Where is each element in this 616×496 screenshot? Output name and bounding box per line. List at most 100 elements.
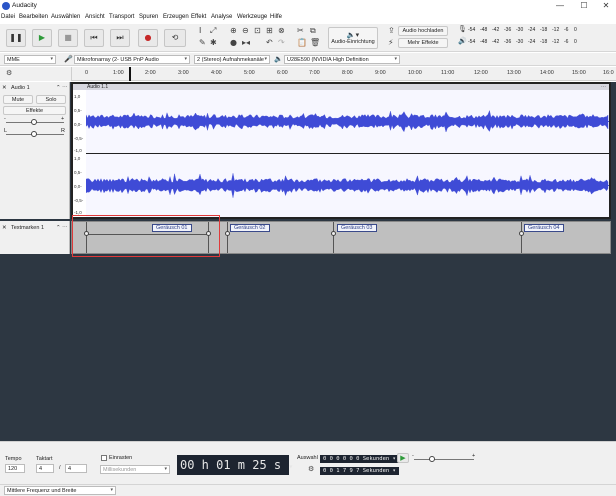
close-track-icon[interactable]: ✕ <box>2 85 7 91</box>
more-effects-button[interactable]: Mehr Effekte <box>398 38 448 48</box>
audio-track-controls: ✕ Audio 1 ⌃ ⋯ Mute Solo Effekte - + L R <box>0 82 70 219</box>
time-display[interactable]: 00 h 01 m 25 s ▾ <box>177 455 293 475</box>
scale-tick: 1,0 <box>74 94 81 99</box>
ruler-tick: 8:00 <box>342 70 353 76</box>
silence-audio-icon[interactable]: ▸◂ <box>242 39 250 47</box>
zoom-out-icon[interactable]: ⊖ <box>242 27 249 35</box>
stop-button[interactable]: ■ <box>58 29 78 47</box>
time-format-dropdown-icon[interactable]: ▾ <box>288 462 293 471</box>
menu-transport[interactable]: Transport <box>109 14 134 20</box>
paste-icon[interactable]: 📋 <box>297 39 307 47</box>
undo-icon[interactable]: ↶ <box>266 39 273 47</box>
track-effects-button[interactable]: Effekte <box>3 106 66 115</box>
record-meter[interactable]: -54 -48 -42 -36 -30 -24 -18 -12 -6 0 <box>468 26 588 35</box>
envelope-tool-icon[interactable]: ⤢ <box>210 27 216 35</box>
menu-erzeugen[interactable]: Erzeugen <box>163 14 189 20</box>
menu-hilfe[interactable]: Hilfe <box>270 14 282 20</box>
channel-scale-top: 1,0 0,5- 0,0- -0,5- -1,0 <box>73 90 85 154</box>
ruler-tick: 3:00 <box>178 70 189 76</box>
mute-label: Mute <box>11 96 25 103</box>
copy-icon[interactable]: ⧉ <box>310 27 316 35</box>
maximize-button[interactable]: ☐ <box>576 0 592 12</box>
trim-audio-icon[interactable]: ● <box>230 39 237 47</box>
chevron-down-icon: ▾ <box>184 56 187 62</box>
highlight-rectangle <box>72 215 220 257</box>
waveform-channel-right[interactable] <box>85 154 609 217</box>
fit-project-icon[interactable]: ⊞ <box>266 27 273 35</box>
menu-bearbeiten[interactable]: Bearbeiten <box>19 14 48 20</box>
label-geraeusch-02[interactable]: Geräusch 02 <box>230 224 270 232</box>
pause-button[interactable]: ❚❚ <box>6 29 26 47</box>
menu-spuren[interactable]: Spuren <box>139 14 158 20</box>
time-signature-numerator[interactable]: 4 <box>36 464 54 473</box>
draw-tool-icon[interactable]: ✎ <box>199 39 206 47</box>
snap-checkbox[interactable] <box>101 455 107 461</box>
ruler-tick: 11:00 <box>441 70 455 76</box>
recording-device-select[interactable]: Mikrofonarray (2- USB PnP Audio ▾ <box>74 55 190 64</box>
share-audio-button[interactable]: Audio hochladen <box>398 26 448 36</box>
pan-slider-thumb[interactable] <box>31 131 37 137</box>
timeline-ruler[interactable]: ⚙ 0 1:00 2:00 3:00 4:00 5:00 6:00 7:00 8… <box>0 67 616 81</box>
track-area[interactable]: ✕ Audio 1 ⌃ ⋯ Mute Solo Effekte - + L R … <box>0 82 616 452</box>
audio-host-select[interactable]: MME ▾ <box>4 55 56 64</box>
record-icon: ● <box>144 33 152 42</box>
zoom-toggle-icon[interactable]: ⊗ <box>278 27 285 35</box>
label-track-menu-icon[interactable]: ⌃ ⋯ <box>56 225 68 231</box>
multi-tool-icon[interactable]: ✱ <box>210 39 217 47</box>
delete-icon[interactable]: 🗑 <box>310 39 320 47</box>
playhead-marker[interactable] <box>129 67 131 81</box>
solo-button[interactable]: Solo <box>36 95 66 104</box>
cut-icon[interactable]: ✂ <box>297 27 304 35</box>
label-geraeusch-04[interactable]: Geräusch 04 <box>524 224 564 232</box>
scale-tick: -1,0 <box>74 148 82 153</box>
menu-werkzeuge[interactable]: Werkzeuge <box>237 14 267 20</box>
time-signature-denominator[interactable]: 4 <box>65 464 87 473</box>
selection-tool-icon[interactable]: I <box>199 27 201 35</box>
label-track-name[interactable]: Textmarken 1 <box>11 225 44 231</box>
timeline-settings-gear-icon[interactable]: ⚙ <box>6 70 12 77</box>
play-at-speed-button[interactable]: ▶ <box>397 453 409 463</box>
close-label-track-icon[interactable]: ✕ <box>2 225 7 231</box>
menu-ansicht[interactable]: Ansicht <box>85 14 105 20</box>
waveform-left-path <box>85 109 609 133</box>
zoom-in-icon[interactable]: ⊕ <box>230 27 237 35</box>
snap-unit-select[interactable]: Millisekunden ▾ <box>100 465 170 474</box>
title-bar: Audacity — ☐ ✕ <box>0 0 616 12</box>
stop-icon: ■ <box>64 33 72 42</box>
spectral-selection-format-select[interactable]: Mittlere Frequenz und Breite ▾ <box>4 486 116 495</box>
fit-selection-icon[interactable]: ⊡ <box>254 27 261 35</box>
waveform-channel-left[interactable] <box>85 90 609 153</box>
label-handle[interactable] <box>331 231 336 236</box>
track-name[interactable]: Audio 1 <box>11 85 30 91</box>
menu-analyse[interactable]: Analyse <box>211 14 232 20</box>
selection-settings-gear-icon[interactable]: ⚙ <box>308 466 314 473</box>
track-menu-icon[interactable]: ⌃ ⋯ <box>56 85 68 91</box>
selection-start[interactable]: 0 0 0 0 0 0 Sekunden ▾ <box>320 455 399 463</box>
skip-end-icon: ⏭ <box>116 33 124 42</box>
minimize-button[interactable]: — <box>552 0 568 12</box>
audio-setup-button[interactable]: 🔈▾ Audio-Einrichtung <box>328 27 378 49</box>
audio-clip[interactable]: Audio 1.1 ⋯ 1,0 0,5- 0,0- -0,5- -1,0 1,0 … <box>71 82 611 219</box>
loop-button[interactable]: ⟲ <box>164 29 186 47</box>
record-button[interactable]: ● <box>138 29 158 47</box>
skip-end-button[interactable]: ⏭ <box>110 29 130 47</box>
play-button[interactable]: ▶ <box>32 29 52 47</box>
selection-end[interactable]: 0 0 1 7 9 7 Sekunden ▾ <box>320 467 399 475</box>
menu-effekt[interactable]: Effekt <box>191 14 206 20</box>
menu-auswaehlen[interactable]: Auswählen <box>51 14 80 20</box>
scale-tick: 1,0 <box>74 156 81 161</box>
close-button[interactable]: ✕ <box>598 0 614 12</box>
channels-select[interactable]: 2 (Stereo) Aufnahmekanäle ▾ <box>194 55 270 64</box>
gain-slider-thumb[interactable] <box>31 119 37 125</box>
playback-meter[interactable]: -54 -48 -42 -36 -30 -24 -18 -12 -6 0 <box>468 38 588 47</box>
playback-device-select[interactable]: U28E590 (NVIDIA High Definition ▾ <box>284 55 400 64</box>
skip-start-button[interactable]: ⏮ <box>84 29 104 47</box>
playback-speed-slider[interactable] <box>414 459 474 460</box>
menu-datei[interactable]: Datei <box>1 14 15 20</box>
playback-speed-thumb[interactable] <box>429 456 435 462</box>
recording-device-value: Mikrofonarray (2- USB PnP Audio <box>77 57 159 63</box>
mute-button[interactable]: Mute <box>3 95 33 104</box>
tempo-input[interactable]: 120 <box>5 464 25 473</box>
redo-icon[interactable]: ↷ <box>278 39 285 47</box>
label-geraeusch-03[interactable]: Geräusch 03 <box>337 224 377 232</box>
